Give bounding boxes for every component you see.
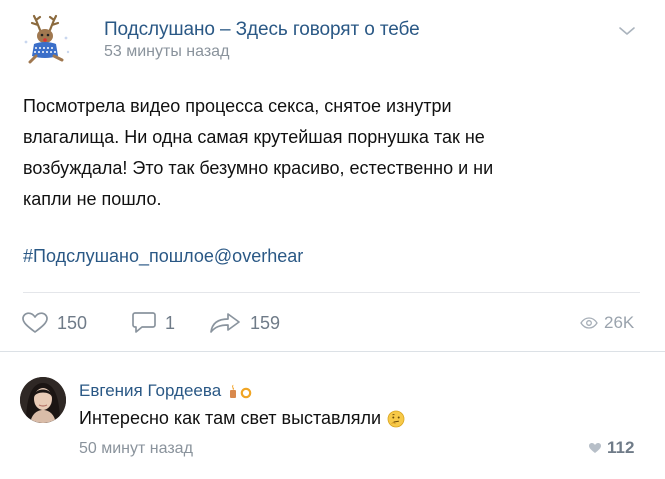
heart-icon	[22, 312, 48, 333]
thinking-face-emoji	[387, 410, 405, 428]
views-counter: 26K	[580, 305, 634, 341]
candle-icon	[230, 384, 252, 399]
like-count: 150	[57, 312, 88, 333]
comment-count: 1	[165, 312, 176, 333]
comment-text: Интересно как там свет выставляли	[79, 408, 382, 428]
group-name-link[interactable]: Подслушано – Здесь говорят о тебе	[104, 19, 420, 41]
user-badge[interactable]	[227, 383, 253, 399]
hashtag-link[interactable]: #Подслушано_пошлое@overhear	[23, 246, 303, 267]
comment-icon	[132, 312, 156, 333]
views-count: 26K	[604, 313, 635, 332]
comment-author: Евгения Гордеева	[79, 381, 253, 401]
avatar[interactable]	[20, 377, 66, 423]
comment-like-button[interactable]: 112	[588, 438, 634, 458]
comment-text-row: Интересно как там свет выставляли	[79, 408, 405, 429]
comment: Евгения Гордеева Интересно как там свет …	[0, 352, 665, 479]
post: Подслушано – Здесь говорят о тебе 53 мин…	[0, 0, 665, 350]
group-avatar[interactable]	[20, 14, 74, 64]
chevron-down-icon	[619, 27, 635, 35]
share-icon	[210, 313, 240, 333]
comment-like-count: 112	[607, 438, 635, 457]
eye-icon	[580, 317, 598, 329]
comment-time[interactable]: 50 минут назад	[79, 440, 193, 458]
user-avatar-image	[20, 377, 66, 423]
post-menu-button[interactable]	[617, 24, 637, 38]
post-actions: 150 1 159 26K	[0, 305, 665, 341]
ring-icon	[240, 387, 252, 399]
post-text-line: Посмотрела видео процесса секса, снятое …	[23, 96, 452, 116]
comment-button[interactable]: 1	[131, 305, 175, 341]
divider	[23, 292, 640, 293]
heart-icon	[589, 443, 601, 453]
like-button[interactable]: 150	[21, 305, 87, 341]
post-time[interactable]: 53 минуты назад	[104, 43, 229, 61]
post-text-line: возбуждала! Это так безумно красиво, ест…	[23, 158, 494, 178]
comment-author-name[interactable]: Евгения Гордеева	[79, 381, 221, 401]
share-button[interactable]: 159	[208, 305, 280, 341]
share-count: 159	[250, 312, 281, 333]
post-text-line: капли не пошло.	[23, 189, 162, 209]
post-text-line: влагалища. Ни одна самая крутейшая порну…	[23, 127, 485, 147]
deer-avatar-icon	[24, 14, 70, 64]
post-text: Посмотрела видео процесса секса, снятое …	[23, 91, 643, 215]
